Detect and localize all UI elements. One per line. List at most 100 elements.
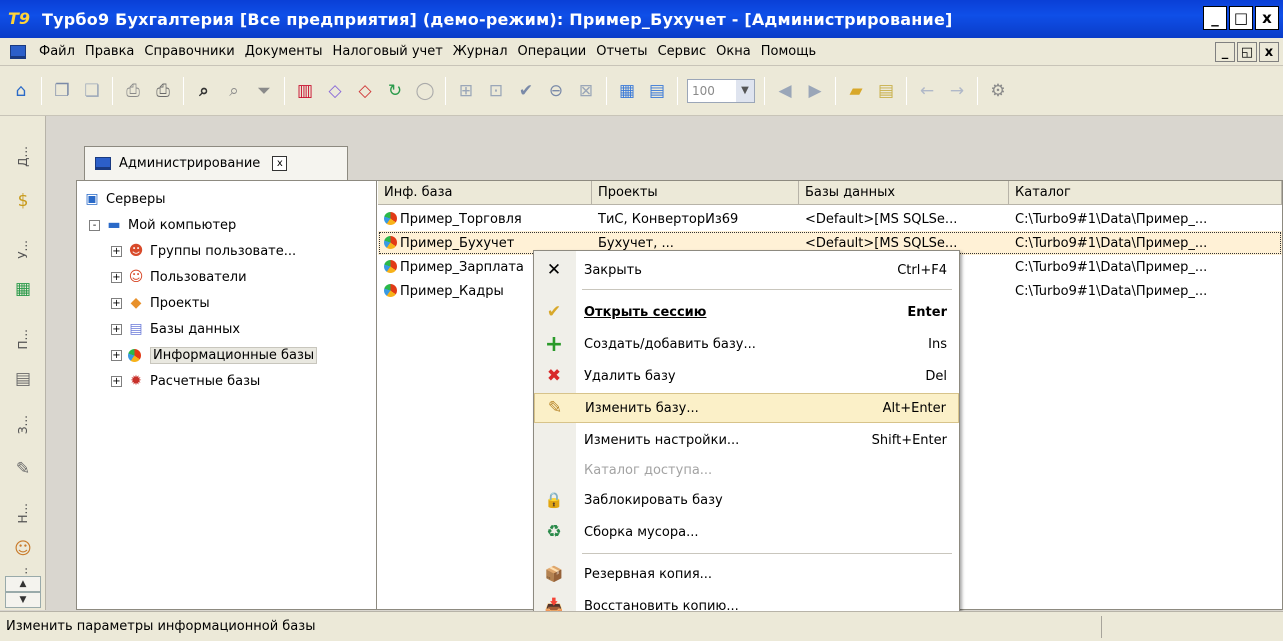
collapse-icon[interactable]: -: [89, 219, 100, 231]
tree-node-user-groups[interactable]: + ☻ Группы пользовате...: [111, 239, 296, 263]
menu-item-close[interactable]: ✕ Закрыть Ctrl+F4: [534, 255, 959, 285]
scroll-up-button[interactable]: ▲: [5, 576, 41, 592]
stop-icon[interactable]: ◯: [414, 80, 436, 102]
mdi-close-button[interactable]: x: [1259, 42, 1279, 62]
menu-windows[interactable]: Окна: [711, 44, 756, 59]
print-preview-icon[interactable]: ⎙: [122, 80, 144, 102]
mdi-restore-button[interactable]: ◱: [1237, 42, 1257, 62]
tree-node-databases[interactable]: + ▤ Базы данных: [111, 317, 240, 341]
expand-icon[interactable]: +: [111, 323, 122, 335]
paste-icon[interactable]: ❏: [81, 80, 103, 102]
expand-icon[interactable]: +: [111, 245, 122, 257]
money-bag-icon[interactable]: $: [0, 188, 46, 214]
tree-node-my-computer[interactable]: - ▬ Мой компьютер: [89, 213, 236, 237]
column-databases[interactable]: Базы данных: [799, 181, 1009, 204]
menu-item-create-base[interactable]: + Создать/добавить базу... Ins: [534, 329, 959, 359]
add-icon: +: [544, 331, 564, 357]
calendar-icon[interactable]: ▤: [646, 80, 668, 102]
calculator-icon[interactable]: ▦: [616, 80, 638, 102]
find-next-icon[interactable]: ⌕: [223, 80, 245, 102]
expand-icon[interactable]: +: [111, 297, 122, 309]
chevron-down-icon[interactable]: ▼: [736, 79, 754, 102]
zoom-select[interactable]: 100 ▼: [687, 78, 755, 103]
tree-node-infobases[interactable]: + Информационные базы: [111, 343, 318, 367]
pen-icon[interactable]: ✎: [0, 456, 46, 482]
tree-node-servers[interactable]: ▣ Серверы: [83, 187, 165, 211]
infobase-icon: [127, 347, 145, 363]
print-icon[interactable]: ⎙: [152, 80, 174, 102]
delete-icon[interactable]: ⊠: [575, 80, 597, 102]
table-row[interactable]: Пример_Торговля ТиС, КонверторИз69 <Defa…: [378, 207, 1282, 231]
menu-reports[interactable]: Отчеты: [591, 44, 652, 59]
spreadsheet-icon[interactable]: ▦: [0, 276, 46, 302]
pencil-icon: ✎: [547, 398, 563, 418]
side-tab-d[interactable]: Д...: [0, 138, 46, 174]
column-projects[interactable]: Проекты: [592, 181, 799, 204]
status-divider: [1101, 616, 1102, 638]
check-icon[interactable]: ✔: [515, 80, 537, 102]
expand-icon[interactable]: +: [111, 271, 122, 283]
status-text: Изменить параметры информационной базы: [6, 619, 316, 634]
filter-icon[interactable]: ⏷: [253, 80, 275, 102]
tab-administration[interactable]: Администрирование x: [84, 146, 348, 180]
add-doc-icon[interactable]: ⊡: [485, 80, 507, 102]
add-row-icon[interactable]: ⊞: [455, 80, 477, 102]
forward-icon[interactable]: ▶: [804, 80, 826, 102]
chart-icon[interactable]: ▥: [294, 80, 316, 102]
redo-icon[interactable]: →: [946, 80, 968, 102]
menu-help[interactable]: Помощь: [756, 44, 821, 59]
expand-icon[interactable]: +: [111, 349, 122, 361]
settings-icon[interactable]: ⚙: [987, 80, 1009, 102]
scroll-down-button[interactable]: ▼: [5, 592, 41, 608]
home-icon[interactable]: ⌂: [10, 80, 32, 102]
mdi-window-icon[interactable]: [10, 44, 26, 59]
notes-icon[interactable]: ▤: [875, 80, 897, 102]
minimize-button[interactable]: _: [1203, 6, 1227, 30]
pencil-icon[interactable]: ◇: [354, 80, 376, 102]
menu-item-backup[interactable]: 📦 Резервная копия...: [534, 559, 959, 589]
menu-file[interactable]: Файл: [34, 44, 80, 59]
column-infobase[interactable]: Инф. база: [378, 181, 592, 204]
person-icon[interactable]: ☺: [0, 536, 46, 562]
document-icon[interactable]: ▤: [0, 366, 46, 392]
calc-base-icon: ✹: [130, 373, 142, 389]
back-icon[interactable]: ◀: [774, 80, 796, 102]
document-tab-strip: Администрирование x: [46, 140, 1283, 180]
tree-node-projects[interactable]: + ◆ Проекты: [111, 291, 210, 315]
database-icon: ▤: [129, 321, 143, 337]
tree-node-users[interactable]: + ☺ Пользователи: [111, 265, 247, 289]
mdi-minimize-button[interactable]: _: [1215, 42, 1235, 62]
side-tab-u[interactable]: У...: [0, 226, 46, 272]
menu-references[interactable]: Справочники: [139, 44, 239, 59]
side-tab-p[interactable]: П...: [0, 314, 46, 364]
menu-separator: [582, 553, 952, 554]
menu-edit[interactable]: Правка: [80, 44, 139, 59]
menu-item-open-session[interactable]: ✔ Открыть сессию Enter: [534, 297, 959, 327]
expand-icon[interactable]: +: [111, 375, 122, 387]
infobase-icon: [384, 211, 397, 225]
menu-item-garbage-collect[interactable]: ♻ Сборка мусора...: [534, 517, 959, 547]
menu-item-edit-base[interactable]: ✎ Изменить базу... Alt+Enter: [534, 393, 959, 423]
menu-item-edit-settings[interactable]: Изменить настройки... Shift+Enter: [534, 425, 959, 455]
minus-icon[interactable]: ⊖: [545, 80, 567, 102]
menu-tax[interactable]: Налоговый учет: [328, 44, 448, 59]
undo-icon[interactable]: ←: [916, 80, 938, 102]
close-tab-icon[interactable]: x: [272, 156, 288, 171]
side-tab-n[interactable]: Н...: [0, 488, 46, 538]
folder-icon[interactable]: ▰: [845, 80, 867, 102]
side-tab-z[interactable]: З...: [0, 400, 46, 450]
menu-operations[interactable]: Операции: [513, 44, 592, 59]
copy-icon[interactable]: ❐: [51, 80, 73, 102]
refresh-icon[interactable]: ↻: [384, 80, 406, 102]
menu-service[interactable]: Сервис: [653, 44, 712, 59]
menu-item-lock-base[interactable]: 🔒 Заблокировать базу: [534, 485, 959, 515]
maximize-button[interactable]: □: [1229, 6, 1253, 30]
column-catalog[interactable]: Каталог: [1009, 181, 1282, 204]
tree-node-calc-bases[interactable]: + ✹ Расчетные базы: [111, 369, 260, 393]
menu-journal[interactable]: Журнал: [448, 44, 513, 59]
menu-item-delete-base[interactable]: ✖ Удалить базу Del: [534, 361, 959, 391]
eraser-icon[interactable]: ◇: [324, 80, 346, 102]
close-button[interactable]: x: [1255, 6, 1279, 30]
menu-documents[interactable]: Документы: [240, 44, 328, 59]
search-icon[interactable]: ⌕: [193, 80, 215, 102]
